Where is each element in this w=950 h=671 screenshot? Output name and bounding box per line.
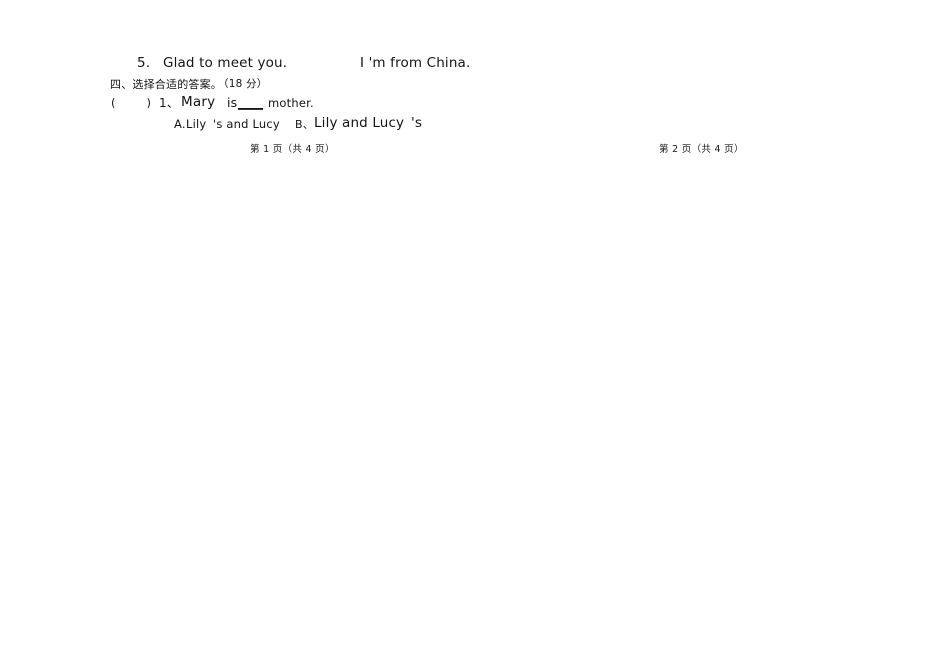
question-1-answer-bracket: ( ): [111, 96, 152, 110]
question-1-option-b-label: B、: [295, 118, 314, 131]
question-1-stem-object: mother.: [268, 96, 314, 110]
question-1-option-a-text: Lily: [186, 117, 207, 131]
page-footer-right: 第 2 页（共 4 页）: [659, 144, 744, 155]
question-1-option-b-tail: 's: [411, 115, 423, 131]
question-1-blank: ____: [238, 95, 263, 110]
question-1-option-b-text: Lily and Lucy: [314, 115, 405, 131]
question-1-index: 1、: [159, 96, 180, 110]
document-page: 5. Glad to meet you. I 'm from China. 四、…: [0, 0, 950, 671]
section-four-heading: 四、选择合适的答案。: [110, 78, 222, 91]
question-5-number: 5.: [137, 55, 151, 71]
question-5-answer: I 'm from China.: [360, 55, 471, 71]
question-5-prompt: Glad to meet you.: [163, 55, 288, 71]
question-1-stem-verb: is: [227, 95, 238, 110]
page-footer-left: 第 1 页（共 4 页）: [250, 144, 335, 155]
question-1-option-a-tail: 's and Lucy: [213, 117, 280, 131]
question-1-option-a-label: A.: [174, 117, 186, 131]
section-four-score: （18 分）: [218, 78, 268, 90]
question-1-stem-subject: Mary: [181, 94, 216, 110]
